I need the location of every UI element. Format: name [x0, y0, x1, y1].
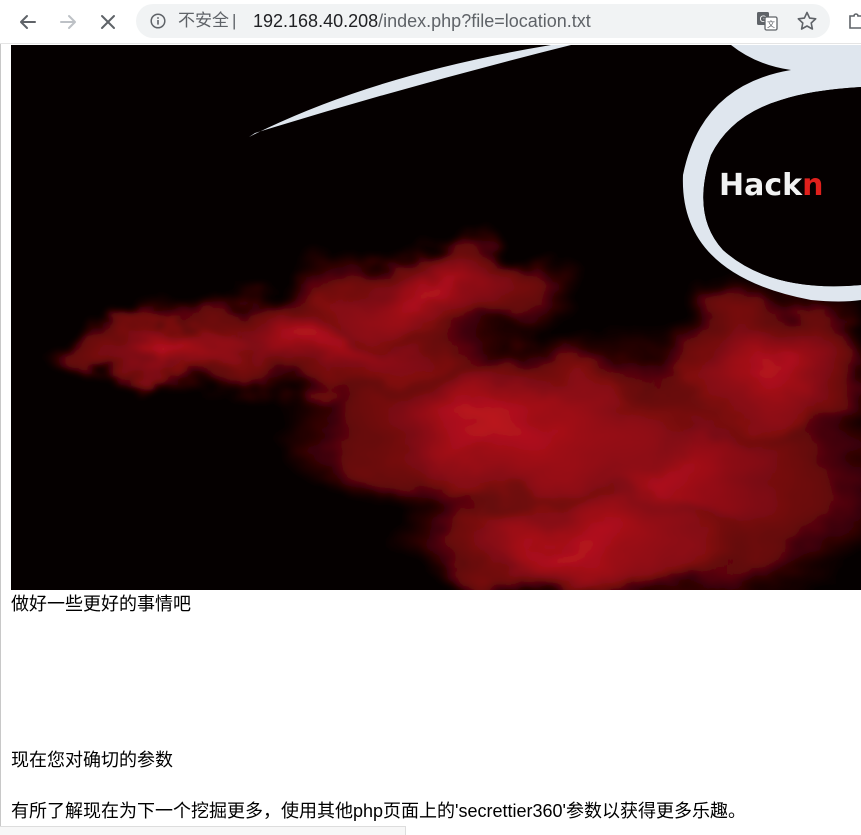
translate-icon[interactable]: G 文 — [756, 11, 778, 31]
page-left-border — [0, 44, 1, 834]
close-icon — [101, 15, 115, 29]
security-label[interactable]: 不安全 — [178, 11, 229, 31]
hero-banner-image: Hackn — [11, 45, 861, 590]
url-separator: | — [232, 11, 237, 30]
url-text[interactable]: 192.168.40.208/index.php?file=location.t… — [253, 11, 591, 31]
browser-toolbar: 不安全 | 192.168.40.208/index.php?file=loca… — [0, 0, 861, 44]
address-bar[interactable]: 不安全 | 192.168.40.208/index.php?file=loca… — [136, 4, 830, 38]
info-icon[interactable] — [150, 13, 166, 29]
caption-line-1: 做好一些更好的事情吧 — [11, 594, 191, 614]
arrow-left-icon — [20, 15, 36, 29]
forward-button[interactable] — [52, 6, 84, 38]
svg-text:文: 文 — [767, 19, 775, 29]
stop-button[interactable] — [92, 6, 124, 38]
url-host: 192.168.40.208 — [253, 11, 379, 31]
puzzle-icon[interactable] — [846, 10, 861, 30]
arrow-right-icon — [60, 15, 76, 29]
star-icon[interactable] — [796, 10, 818, 32]
hackn-logo-text: Hackn — [719, 168, 823, 203]
caption-line-2: 现在您对确切的参数 — [11, 750, 173, 770]
logo-text-white: Hack — [719, 168, 803, 203]
url-path: /index.php?file=location.txt — [378, 11, 591, 31]
back-button[interactable] — [12, 6, 44, 38]
logo-text-red: n — [802, 168, 823, 203]
caption-line-3: 有所了解现在为下一个挖掘更多，使用其他php页面上的'secrettier360… — [11, 801, 746, 821]
